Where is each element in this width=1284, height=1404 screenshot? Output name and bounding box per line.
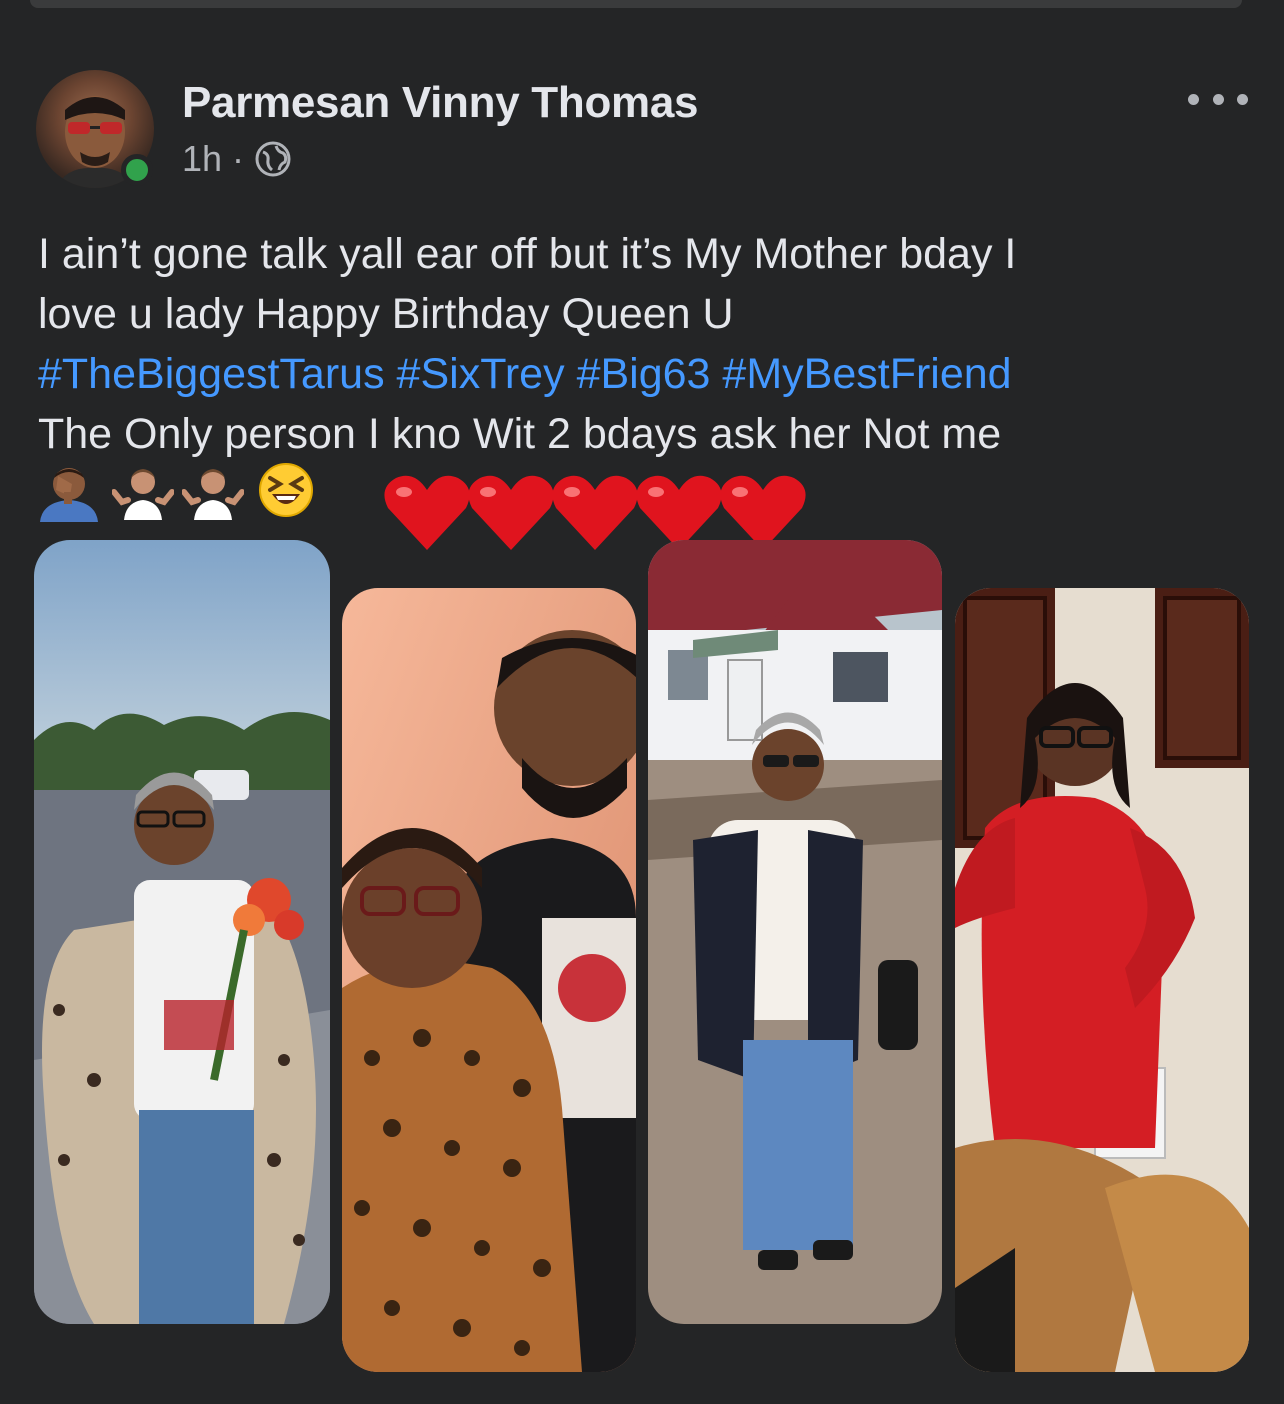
photo-image	[648, 540, 942, 1324]
red-heart-emoji	[552, 475, 638, 550]
hashtag-line: #TheBiggestTarus #SixTrey #Big63 #MyBest…	[38, 344, 1248, 404]
hashtag-link[interactable]: #Big63	[577, 350, 711, 398]
previous-post-edge	[30, 0, 1242, 8]
hashtag-link[interactable]: #SixTrey	[397, 350, 565, 398]
post-text-line: love u lady Happy Birthday Queen U	[38, 290, 734, 338]
photo-mother-and-son-selfie[interactable]	[342, 588, 636, 1372]
face-palm-emoji	[40, 468, 98, 522]
photo-woman-in-front-of-house[interactable]	[648, 540, 942, 1324]
emoji-row	[36, 462, 936, 552]
post-text: I ain’t gone talk yall ear off but it’s …	[38, 224, 1248, 464]
post-meta: 1h ·	[182, 138, 292, 180]
photo-image	[342, 588, 636, 1372]
meta-separator: ·	[232, 138, 245, 179]
globe-icon[interactable]	[254, 140, 292, 178]
more-options-button[interactable]	[1188, 84, 1248, 114]
post-text-line: I ain’t gone talk yall ear off but it’s …	[38, 230, 1017, 278]
photo-woman-with-flowers[interactable]	[34, 540, 330, 1324]
more-dot	[1237, 93, 1248, 105]
photo-image	[34, 540, 330, 1324]
photo-image	[955, 588, 1249, 1372]
post-header: Parmesan Vinny Thomas 1h ·	[36, 70, 1248, 190]
more-dot	[1188, 93, 1199, 105]
shrug-emoji	[182, 469, 244, 520]
more-dot	[1212, 93, 1224, 105]
photo-woman-in-red-dress[interactable]	[955, 588, 1249, 1372]
red-heart-emoji	[468, 475, 554, 550]
hashtag-link[interactable]: #TheBiggestTarus	[38, 350, 385, 398]
post-text-line: The Only person I kno Wit 2 bdays ask he…	[38, 410, 1002, 458]
online-status-indicator	[121, 154, 153, 186]
laughing-squint-emoji	[259, 463, 313, 517]
post-time[interactable]: 1h	[182, 138, 222, 180]
shrug-emoji	[112, 469, 174, 520]
red-heart-emoji	[384, 475, 470, 550]
author-name[interactable]: Parmesan Vinny Thomas	[182, 78, 699, 128]
hashtag-link[interactable]: #MyBestFriend	[722, 350, 1011, 398]
